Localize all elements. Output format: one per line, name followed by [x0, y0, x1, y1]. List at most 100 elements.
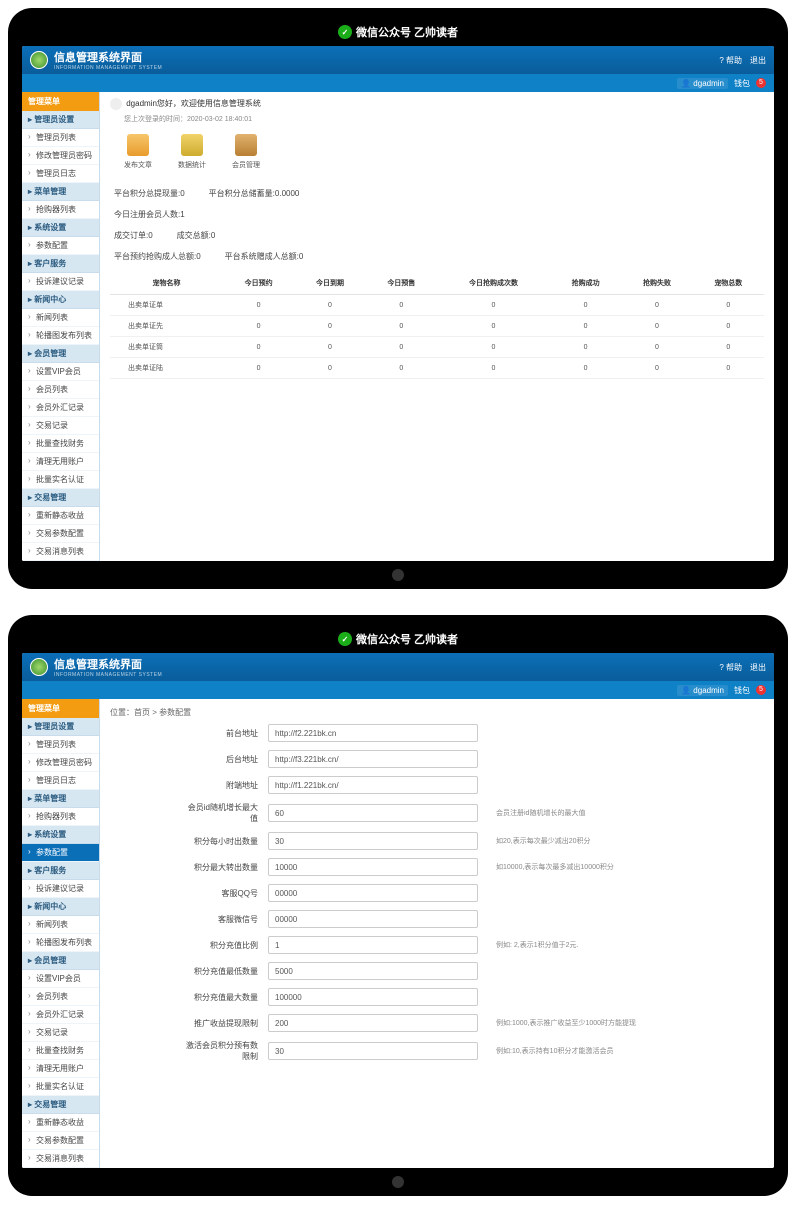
logout-link[interactable]: 退出: [750, 55, 766, 66]
help-link[interactable]: ? 帮助: [719, 662, 742, 673]
sidebar-item[interactable]: 批量查找财务: [22, 1042, 99, 1060]
form-input[interactable]: [268, 804, 478, 822]
sidebar-item[interactable]: 会员外汇记录: [22, 1006, 99, 1024]
sidebar-item[interactable]: 管理员日志: [22, 165, 99, 183]
stat-line: 今日注册会员人数:1: [114, 209, 764, 220]
sidebar-group[interactable]: ▸ 新闻中心: [22, 898, 99, 916]
sidebar-group[interactable]: ▸ 交易管理: [22, 1096, 99, 1114]
quick-action[interactable]: 发布文章: [124, 134, 152, 170]
form-input[interactable]: [268, 936, 478, 954]
sidebar-header: 管理菜单: [22, 699, 99, 718]
logout-link[interactable]: 退出: [750, 662, 766, 673]
sidebar-item[interactable]: 清理无用账户: [22, 453, 99, 471]
sidebar-group[interactable]: ▸ 会员管理: [22, 952, 99, 970]
table-header: 今日预约: [223, 272, 294, 295]
app-title: 信息管理系统界面: [54, 49, 162, 65]
watermark-text: 微信公众号 乙帅读者: [356, 631, 458, 647]
sidebar-item[interactable]: 交易参数配置: [22, 1132, 99, 1150]
form-row: 客服QQ号: [180, 884, 764, 902]
sidebar-item[interactable]: 抢购器列表: [22, 201, 99, 219]
settings-form: 前台地址后台地址附端地址会员id随机增长最大值会员注册id随机增长的最大值积分每…: [110, 724, 764, 1062]
logo-icon: [30, 51, 48, 69]
watermark-bar: ✓ 微信公众号 乙帅读者: [22, 631, 774, 653]
sidebar-item[interactable]: 新闻列表: [22, 309, 99, 327]
sidebar-group[interactable]: ▸ 系统设置: [22, 826, 99, 844]
sidebar-item[interactable]: 会员外汇记录: [22, 399, 99, 417]
quick-action[interactable]: 会员管理: [232, 134, 260, 170]
current-user[interactable]: 👤 dgadmin: [677, 78, 728, 89]
form-input[interactable]: [268, 858, 478, 876]
sidebar-item[interactable]: 投诉建议记录: [22, 273, 99, 291]
sidebar-item[interactable]: 设置VIP会员: [22, 970, 99, 988]
wechat-icon: ✓: [338, 25, 352, 39]
sidebar-item[interactable]: 轮播图发布列表: [22, 934, 99, 952]
money-label[interactable]: 钱包: [734, 685, 750, 696]
money-label[interactable]: 钱包: [734, 78, 750, 89]
form-label: 客服QQ号: [180, 888, 258, 899]
money-badge: 5: [756, 685, 766, 695]
form-label: 会员id随机增长最大值: [180, 802, 258, 824]
sidebar-item[interactable]: 批量实名认证: [22, 1078, 99, 1096]
sidebar-item[interactable]: 重新静态收益: [22, 507, 99, 525]
sidebar-item[interactable]: 参数配置: [22, 237, 99, 255]
form-input[interactable]: [268, 988, 478, 1006]
sidebar-group[interactable]: ▸ 菜单管理: [22, 790, 99, 808]
form-row: 前台地址: [180, 724, 764, 742]
form-row: 后台地址: [180, 750, 764, 768]
form-input[interactable]: [268, 910, 478, 928]
sidebar-item[interactable]: 交易消息列表: [22, 543, 99, 561]
sidebar-item[interactable]: 交易记录: [22, 1024, 99, 1042]
sidebar-item[interactable]: 抢购器列表: [22, 808, 99, 826]
form-row: 附端地址: [180, 776, 764, 794]
current-user[interactable]: 👤 dgadmin: [677, 685, 728, 696]
form-hint: 例如:1000,表示推广收益至少1000时方能提现: [496, 1018, 636, 1028]
help-link[interactable]: ? 帮助: [719, 55, 742, 66]
sidebar-item[interactable]: 管理员列表: [22, 736, 99, 754]
form-input[interactable]: [268, 1042, 478, 1060]
sidebar-item[interactable]: 投诉建议记录: [22, 880, 99, 898]
sidebar-item[interactable]: 批量实名认证: [22, 471, 99, 489]
form-hint: 例如:10,表示持有10积分才能激活会员: [496, 1046, 613, 1056]
stat-lines: 平台积分总提现量:0平台积分总储蓄量:0.0000今日注册会员人数:1成交订单:…: [114, 188, 764, 262]
form-input[interactable]: [268, 884, 478, 902]
form-row: 积分充值最大数量: [180, 988, 764, 1006]
form-input[interactable]: [268, 832, 478, 850]
sidebar-item[interactable]: 重新静态收益: [22, 1114, 99, 1132]
sidebar-item[interactable]: 交易参数配置: [22, 525, 99, 543]
sidebar-group[interactable]: ▸ 新闻中心: [22, 291, 99, 309]
sidebar-item[interactable]: 会员列表: [22, 988, 99, 1006]
sidebar-group[interactable]: ▸ 客户服务: [22, 255, 99, 273]
sidebar-group[interactable]: ▸ 管理员设置: [22, 111, 99, 129]
sidebar-group[interactable]: ▸ 菜单管理: [22, 183, 99, 201]
sidebar-item[interactable]: 交易消息列表: [22, 1150, 99, 1168]
sidebar-header: 管理菜单: [22, 92, 99, 111]
sidebar-item[interactable]: 会员列表: [22, 381, 99, 399]
sidebar-item[interactable]: 修改管理员密码: [22, 147, 99, 165]
form-input[interactable]: [268, 750, 478, 768]
sidebar-item[interactable]: 清理无用账户: [22, 1060, 99, 1078]
sidebar-group[interactable]: ▸ 系统设置: [22, 219, 99, 237]
quick-action-label: 数据统计: [178, 160, 206, 170]
form-input[interactable]: [268, 1014, 478, 1032]
sidebar-item[interactable]: 管理员列表: [22, 129, 99, 147]
sidebar-item[interactable]: 管理员日志: [22, 772, 99, 790]
last-login-time: 您上次登录的时间：2020-03-02 18:40:01: [124, 114, 764, 124]
form-input[interactable]: [268, 724, 478, 742]
sidebar-item[interactable]: 交易记录: [22, 417, 99, 435]
sidebar-group[interactable]: ▸ 客户服务: [22, 862, 99, 880]
app-header: 信息管理系统界面 INFORMATION MANAGEMENT SYSTEM ?…: [22, 46, 774, 74]
form-label: 客服微信号: [180, 914, 258, 925]
form-input[interactable]: [268, 962, 478, 980]
sidebar-item[interactable]: 新闻列表: [22, 916, 99, 934]
sidebar-item[interactable]: 轮播图发布列表: [22, 327, 99, 345]
sidebar-item[interactable]: 设置VIP会员: [22, 363, 99, 381]
sidebar-item[interactable]: 参数配置: [22, 844, 99, 862]
sidebar-group[interactable]: ▸ 管理员设置: [22, 718, 99, 736]
quick-action[interactable]: 数据统计: [178, 134, 206, 170]
sidebar-item[interactable]: 修改管理员密码: [22, 754, 99, 772]
table-header: 宠物名称: [110, 272, 223, 295]
sidebar-group[interactable]: ▸ 交易管理: [22, 489, 99, 507]
sidebar-group[interactable]: ▸ 会员管理: [22, 345, 99, 363]
sidebar-item[interactable]: 批量查找财务: [22, 435, 99, 453]
form-input[interactable]: [268, 776, 478, 794]
